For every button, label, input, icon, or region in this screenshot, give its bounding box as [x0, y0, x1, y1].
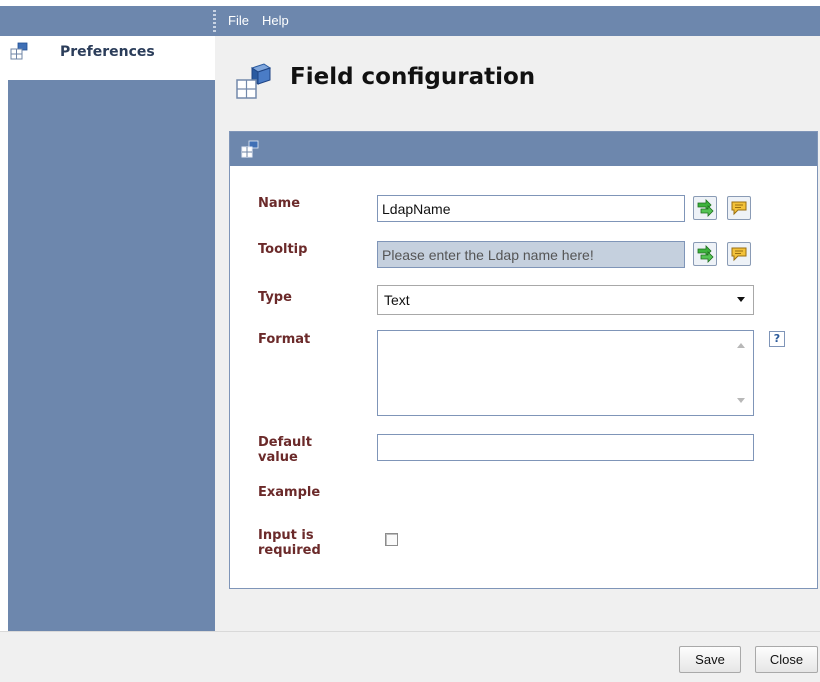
- panel-header: [230, 132, 817, 166]
- tooltip-translate-button[interactable]: [693, 242, 717, 266]
- page-title: Field configuration: [290, 64, 536, 90]
- menubar: File Help: [0, 6, 820, 36]
- preferences-icon: [10, 42, 28, 60]
- speech-bubble-icon: [731, 247, 747, 262]
- input-required-label: Input is required: [258, 528, 321, 558]
- default-value-label-line1: Default: [258, 435, 312, 450]
- example-label: Example: [258, 485, 321, 500]
- save-button[interactable]: Save: [679, 646, 741, 673]
- panel-header-icon: [241, 140, 259, 158]
- input-required-label-line1: Input is: [258, 528, 314, 543]
- speech-bubble-icon: [731, 201, 747, 216]
- default-value-input[interactable]: [377, 434, 754, 461]
- name-translate-button[interactable]: [693, 196, 717, 220]
- default-value-label: Default value: [258, 435, 312, 465]
- menu-file[interactable]: File: [228, 13, 249, 28]
- close-button[interactable]: Close: [755, 646, 818, 673]
- input-required-checkbox[interactable]: [385, 533, 398, 546]
- format-textarea[interactable]: [377, 330, 754, 416]
- menubar-grip: [213, 10, 216, 32]
- input-required-label-line2: required: [258, 543, 321, 558]
- sidebar-item-preferences[interactable]: Preferences: [0, 36, 215, 80]
- chevron-down-icon: [737, 297, 745, 302]
- scroll-up-icon[interactable]: [737, 343, 745, 348]
- format-label: Format: [258, 332, 311, 347]
- name-comment-button[interactable]: [727, 196, 751, 220]
- tooltip-label: Tooltip: [258, 242, 308, 257]
- sidebar: [8, 41, 215, 631]
- green-arrows-icon: [697, 245, 714, 263]
- field-config-icon: [236, 63, 272, 99]
- menu-help[interactable]: Help: [262, 13, 289, 28]
- name-input[interactable]: LdapName: [377, 195, 685, 222]
- format-help-button[interactable]: ?: [769, 331, 785, 347]
- tooltip-input[interactable]: Please enter the Ldap name here!: [377, 241, 685, 268]
- sidebar-gutter: [0, 36, 8, 631]
- name-label: Name: [258, 196, 301, 211]
- type-label: Type: [258, 290, 292, 305]
- type-select-value: Text: [384, 292, 410, 308]
- sidebar-item-label: Preferences: [60, 44, 155, 60]
- default-value-label-line2: value: [258, 450, 298, 465]
- green-arrows-icon: [697, 199, 714, 217]
- type-select[interactable]: Text: [377, 285, 754, 315]
- tooltip-comment-button[interactable]: [727, 242, 751, 266]
- scroll-down-icon[interactable]: [737, 398, 745, 403]
